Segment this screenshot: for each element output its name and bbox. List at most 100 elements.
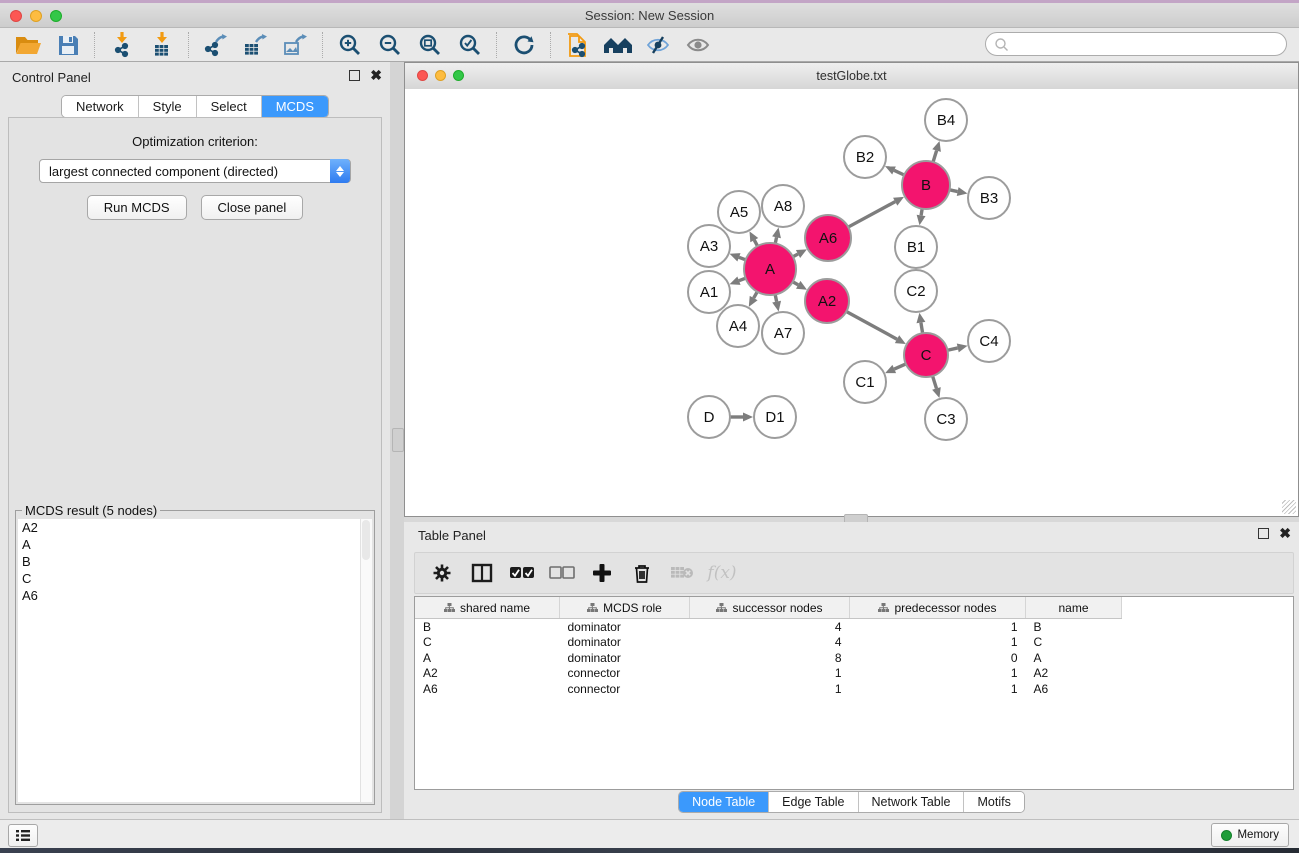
edge-A-A5[interactable] <box>754 240 757 246</box>
column-header-shared-name[interactable]: shared name <box>415 597 560 619</box>
column-header-predecessor-nodes[interactable]: predecessor nodes <box>850 597 1026 619</box>
tab-node-table[interactable]: Node Table <box>679 792 769 812</box>
column-header-name[interactable]: name <box>1026 597 1122 619</box>
graph-node-C2[interactable]: C2 <box>895 270 937 312</box>
zoom-selected-icon[interactable] <box>450 31 490 59</box>
tab-network-table[interactable]: Network Table <box>859 792 965 812</box>
graph-node-A8[interactable]: A8 <box>762 185 804 227</box>
graph-node-C[interactable]: C <box>904 333 948 377</box>
graph-node-C3[interactable]: C3 <box>925 398 967 440</box>
resize-grip-icon[interactable] <box>1282 500 1296 514</box>
vertical-splitter-handle[interactable] <box>392 428 404 452</box>
float-panel-icon[interactable] <box>349 70 360 81</box>
close-panel-button[interactable]: Close panel <box>201 195 304 220</box>
edge-A-A3[interactable] <box>739 257 746 260</box>
tab-mcds[interactable]: MCDS <box>262 96 328 117</box>
graph-node-A[interactable]: A <box>744 243 796 295</box>
show-columns-icon[interactable] <box>469 560 495 586</box>
task-history-button[interactable] <box>8 824 38 847</box>
graph-node-A7[interactable]: A7 <box>762 312 804 354</box>
graph-node-C4[interactable]: C4 <box>968 320 1010 362</box>
export-table-icon[interactable] <box>236 31 276 59</box>
tab-edge-table[interactable]: Edge Table <box>769 792 858 812</box>
graph-node-A6[interactable]: A6 <box>805 215 851 261</box>
memory-button[interactable]: Memory <box>1211 823 1289 847</box>
network-graph[interactable]: A5A8A6 A3 A A1 A2 A4A7 B2 B4 B B3 B1C2 C C4 C1 C3 D D1 <box>405 89 1298 516</box>
table-row[interactable]: A2connector11A2 <box>415 666 1293 682</box>
zoom-fit-icon[interactable] <box>410 31 450 59</box>
mcds-result-list[interactable]: A2ABCA6 <box>18 519 361 802</box>
import-table-icon[interactable] <box>142 31 182 59</box>
table-row[interactable]: Bdominator41B <box>415 619 1293 635</box>
zoom-out-icon[interactable] <box>370 31 410 59</box>
home-layout-icon[interactable] <box>598 31 638 59</box>
result-list-item[interactable]: A <box>18 536 361 553</box>
close-table-panel-icon[interactable]: ✖ <box>1279 528 1291 539</box>
graph-node-C1[interactable]: C1 <box>844 361 886 403</box>
result-scrollbar[interactable] <box>360 519 372 802</box>
save-session-icon[interactable] <box>48 31 88 59</box>
float-table-panel-icon[interactable] <box>1258 528 1269 539</box>
edge-C-C2[interactable] <box>921 323 923 334</box>
result-list-item[interactable]: A6 <box>18 587 361 604</box>
edge-A2-C[interactable] <box>846 312 897 340</box>
edge-A-A7[interactable] <box>775 294 776 301</box>
result-list-item[interactable]: A2 <box>18 519 361 536</box>
new-network-from-selection-icon[interactable] <box>558 31 598 59</box>
edge-A-A1[interactable] <box>739 278 746 281</box>
network-window-titlebar[interactable]: testGlobe.txt <box>405 63 1298 90</box>
edge-B-B3[interactable] <box>950 190 958 192</box>
tab-motifs[interactable]: Motifs <box>964 792 1023 812</box>
table-row[interactable]: Cdominator41C <box>415 635 1293 651</box>
add-column-icon[interactable] <box>589 560 615 586</box>
edge-C-C1[interactable] <box>894 364 906 369</box>
show-graphics-eye-icon[interactable] <box>678 31 718 59</box>
table-settings-gear-icon[interactable] <box>429 560 455 586</box>
graph-node-B1[interactable]: B1 <box>895 226 937 268</box>
result-list-item[interactable]: B <box>18 553 361 570</box>
delete-column-icon[interactable] <box>629 560 655 586</box>
graph-node-D[interactable]: D <box>688 396 730 438</box>
open-file-icon[interactable] <box>8 31 48 59</box>
graph-node-D1[interactable]: D1 <box>754 396 796 438</box>
deselect-all-columns-icon[interactable] <box>549 560 575 586</box>
table-row[interactable]: A6connector11A6 <box>415 681 1293 697</box>
hide-panels-eye-icon[interactable] <box>638 31 678 59</box>
zoom-in-icon[interactable] <box>330 31 370 59</box>
tab-style[interactable]: Style <box>139 96 197 117</box>
edge-C-C4[interactable] <box>947 348 957 350</box>
edge-A-A4[interactable] <box>754 292 758 298</box>
graph-node-B2[interactable]: B2 <box>844 136 886 178</box>
import-network-icon[interactable] <box>102 31 142 59</box>
tab-select[interactable]: Select <box>197 96 262 117</box>
optimization-criterion-select[interactable]: largest connected component (directed) <box>39 159 351 183</box>
graph-node-B[interactable]: B <box>902 161 950 209</box>
close-panel-icon[interactable]: ✖ <box>370 70 382 81</box>
node-table[interactable]: shared nameMCDS rolesuccessor nodesprede… <box>414 596 1294 790</box>
network-canvas[interactable]: A5A8A6 A3 A A1 A2 A4A7 B2 B4 B B3 B1C2 C C4 C1 C3 D D1 <box>405 89 1298 516</box>
run-mcds-button[interactable]: Run MCDS <box>87 195 187 220</box>
edge-A6-B[interactable] <box>848 202 895 227</box>
edge-B-B2[interactable] <box>894 170 904 175</box>
graph-node-A1[interactable]: A1 <box>688 271 730 313</box>
column-header-successor-nodes[interactable]: successor nodes <box>690 597 850 619</box>
refresh-layout-icon[interactable] <box>504 31 544 59</box>
graph-node-A4[interactable]: A4 <box>717 305 759 347</box>
main-titlebar[interactable]: Session: New Session <box>0 3 1299 28</box>
result-list-item[interactable]: C <box>18 570 361 587</box>
table-row[interactable]: Adominator80A <box>415 650 1293 666</box>
tab-network[interactable]: Network <box>62 96 139 117</box>
graph-node-B3[interactable]: B3 <box>968 177 1010 219</box>
edge-C-C3[interactable] <box>933 376 937 388</box>
edge-B-B4[interactable] <box>933 151 937 162</box>
export-network-icon[interactable] <box>196 31 236 59</box>
select-all-columns-icon[interactable] <box>509 560 535 586</box>
graph-node-A2[interactable]: A2 <box>805 279 849 323</box>
column-header-MCDS-role[interactable]: MCDS role <box>560 597 690 619</box>
edge-B-B1[interactable] <box>921 209 922 216</box>
graph-node-A5[interactable]: A5 <box>718 191 760 233</box>
graph-node-B4[interactable]: B4 <box>925 99 967 141</box>
graph-node-A3[interactable]: A3 <box>688 225 730 267</box>
export-image-icon[interactable] <box>276 31 316 59</box>
search-input[interactable] <box>985 32 1287 56</box>
